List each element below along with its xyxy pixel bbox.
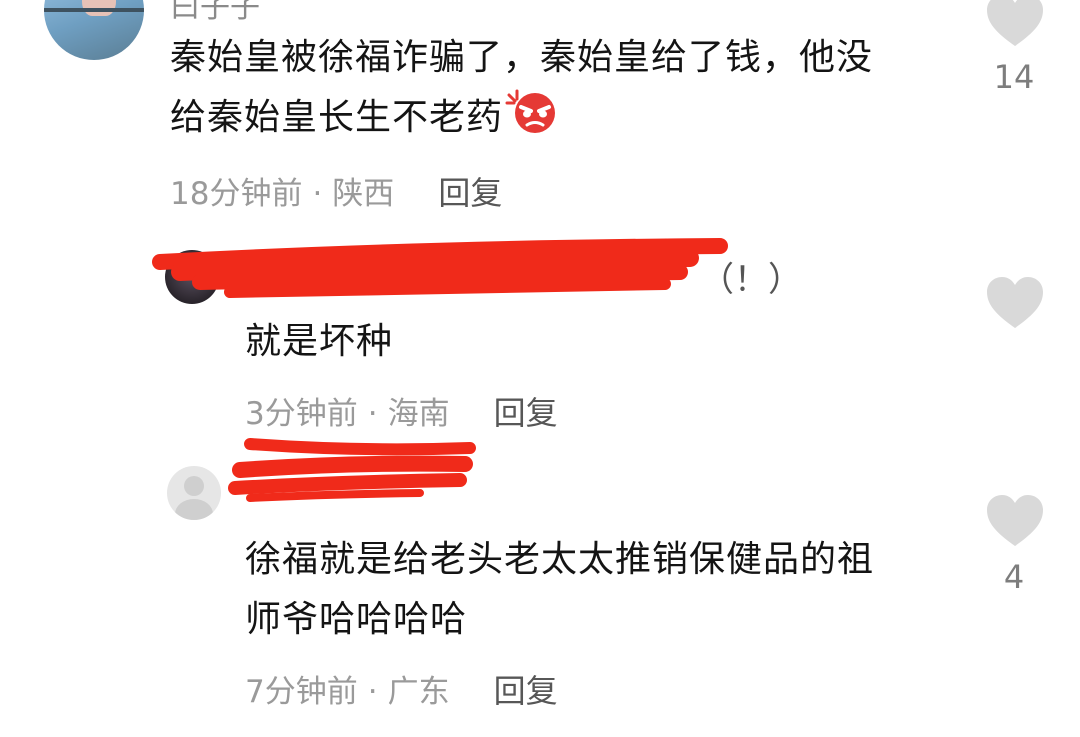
comment-location: 陕西: [332, 176, 395, 212]
comment-text-line-2: 给秦始皇长生不老药: [170, 88, 970, 148]
comment-text-line: 秦始皇被徐福诈骗了，秦始皇给了钱，他没: [170, 37, 874, 78]
reply-text: 徐福就是给老头老太太推销保健品的祖 师爷哈哈哈哈: [245, 530, 965, 650]
avatar-body-icon: [175, 499, 213, 520]
like-heart-icon[interactable]: [985, 0, 1045, 48]
comment-time: 18分钟前: [170, 176, 303, 212]
like-count: 14: [993, 58, 1035, 96]
reply-location: 广东: [387, 674, 450, 710]
like-count: 4: [1003, 558, 1025, 596]
comment-text: 秦始皇被徐福诈骗了，秦始皇给了钱，他没 给秦始皇长生不老药: [170, 28, 970, 148]
reply-time: 7分钟前: [245, 674, 358, 710]
comment-meta: 18分钟前 · 陕西 回复: [170, 168, 502, 214]
reply-text: 就是坏种: [245, 321, 394, 362]
angry-face-icon: [505, 89, 556, 133]
reply-time: 3分钟前: [245, 396, 358, 432]
default-avatar[interactable]: [167, 466, 221, 520]
reply-button[interactable]: 回复: [494, 672, 558, 710]
meta-separator: ·: [367, 396, 378, 432]
like-heart-icon[interactable]: [985, 276, 1045, 330]
avatar-head-icon: [184, 476, 204, 496]
reply-text-line: 徐福就是给老头老太太推销保健品的祖: [245, 539, 875, 580]
reply-meta: 3分钟前 · 海南 回复: [245, 388, 558, 434]
avatar-rail: [44, 8, 144, 12]
comment-author[interactable]: 曰子子: [170, 0, 260, 26]
reply-meta: 7分钟前 · 广东 回复: [245, 666, 558, 712]
like-heart-icon[interactable]: [985, 494, 1045, 548]
meta-separator: ·: [312, 176, 323, 212]
avatar[interactable]: [44, 0, 144, 60]
reply-author-suffix: （！）: [700, 260, 802, 300]
reply-button[interactable]: 回复: [494, 394, 558, 432]
reply-location: 海南: [387, 396, 450, 432]
meta-separator: ·: [367, 674, 378, 710]
reply-text-line-2: 师爷哈哈哈哈: [245, 599, 468, 640]
reply-avatar[interactable]: [165, 250, 219, 304]
comment-text-line-2-text: 给秦始皇长生不老药: [170, 97, 504, 138]
reply-button[interactable]: 回复: [438, 174, 502, 212]
